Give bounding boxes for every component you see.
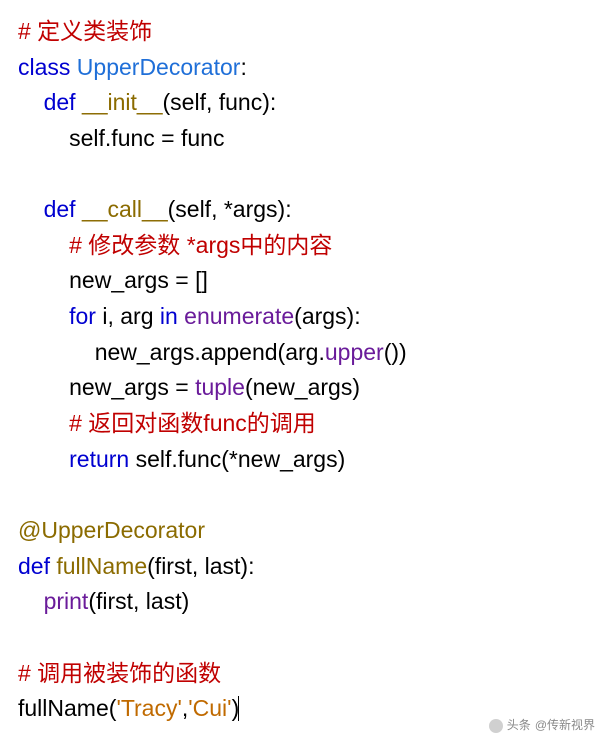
stmt-assign: self.func = func [69,125,224,151]
class-name: UpperDecorator [77,54,241,80]
comment-line: # 调用被装饰的函数 [18,660,221,686]
stmt-assign: new_args = [] [69,267,208,293]
call-tail: (first, last) [88,588,189,614]
keyword-def: def [44,196,76,222]
keyword-def: def [18,553,50,579]
params: (self, func): [163,89,277,115]
builtin-print: print [44,588,89,614]
for-vars: i, arg [96,303,160,329]
watermark: 头条 @传新视界 [489,716,595,735]
keyword-in: in [160,303,178,329]
watermark-icon [489,719,503,733]
func-name: fullName [56,553,147,579]
code-block: # 定义类装饰 class UpperDecorator: def __init… [18,14,591,727]
decorator-line: @UpperDecorator [18,517,205,543]
call-tail: (args): [294,303,360,329]
call-func: fullName [18,695,109,721]
return-expr: self.func(*new_args) [129,446,345,472]
builtin-upper: upper [325,339,384,365]
method-init: __init__ [82,89,163,115]
text-cursor-icon [238,696,239,721]
builtin-tuple: tuple [195,374,245,400]
keyword-class: class [18,54,70,80]
method-call: __call__ [82,196,168,222]
watermark-label: 头条 [507,716,531,735]
comment-line: # 返回对函数func的调用 [69,410,316,436]
params: (first, last): [147,553,254,579]
builtin-enumerate: enumerate [178,303,294,329]
keyword-for: for [69,303,96,329]
comment-line: # 定义类装饰 [18,18,152,44]
string-literal: 'Tracy' [116,695,181,721]
punct-colon: : [240,54,246,80]
stmt-call: new_args.append(arg. [95,339,325,365]
call-tail: (new_args) [245,374,360,400]
stmt-assign: new_args = [69,374,195,400]
comment-line: # 修改参数 *args中的内容 [69,232,332,258]
keyword-return: return [69,446,129,472]
params: (self, *args): [168,196,292,222]
call-tail: ()) [384,339,407,365]
string-literal: 'Cui' [188,695,231,721]
keyword-def: def [44,89,76,115]
watermark-author: @传新视界 [535,716,595,735]
